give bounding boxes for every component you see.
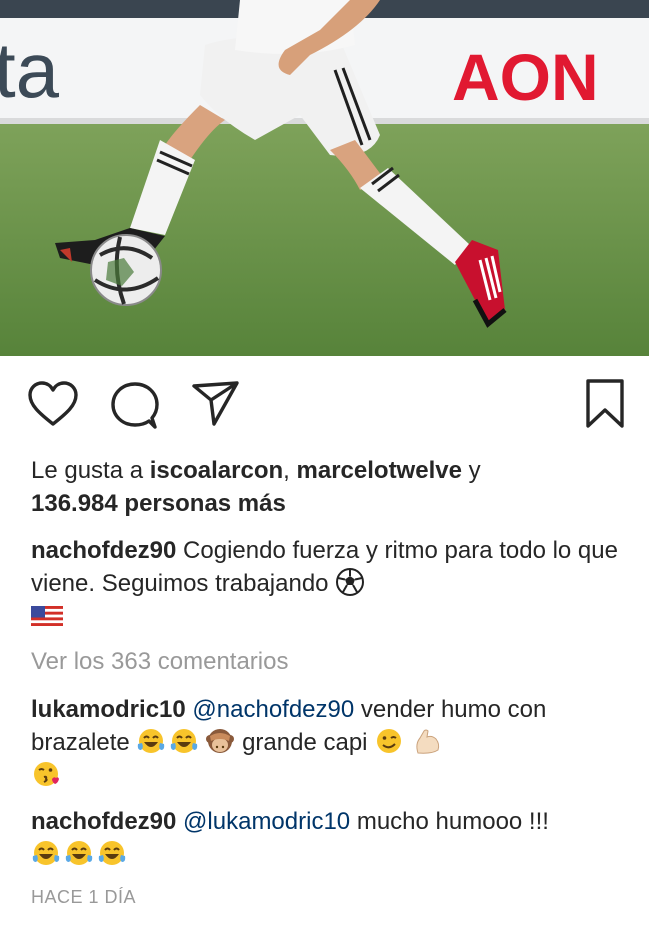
likes-count-link[interactable]: 136.984 personas más bbox=[31, 490, 286, 517]
banner-left-text: ta bbox=[0, 26, 60, 114]
tears-of-joy-emoji-icon bbox=[31, 838, 61, 868]
tears-of-joy-emoji-icon bbox=[97, 838, 127, 868]
comment-mention[interactable]: @nachofdez90 bbox=[192, 696, 354, 723]
comment-button[interactable] bbox=[109, 380, 161, 430]
action-bar bbox=[0, 356, 649, 452]
tears-of-joy-emoji-icon bbox=[169, 726, 199, 756]
post-image: ta AON bbox=[0, 0, 649, 356]
like-button[interactable] bbox=[27, 380, 79, 428]
comment-text: grande capi bbox=[235, 729, 375, 756]
comment-username[interactable]: nachofdez90 bbox=[31, 808, 176, 835]
post-photo[interactable]: ta AON bbox=[0, 0, 649, 356]
banner-aon-text: AON bbox=[452, 40, 599, 114]
comment-item: lukamodric10 @nachofdez90 vender humo co… bbox=[31, 693, 631, 792]
us-flag-emoji-icon bbox=[31, 600, 63, 630]
soccer-ball-emoji-icon bbox=[335, 567, 365, 597]
comment-username[interactable]: lukamodric10 bbox=[31, 696, 186, 723]
likes-separator: , bbox=[283, 457, 297, 484]
comment-item: nachofdez90 @lukamodric10 mucho humooo !… bbox=[31, 805, 631, 871]
liker-link-iscoalarcon[interactable]: iscoalarcon bbox=[150, 457, 283, 484]
likes-summary: Le gusta a iscoalarcon, marcelotwelve y 1… bbox=[31, 454, 631, 520]
tears-of-joy-emoji-icon bbox=[136, 726, 166, 756]
flexed-biceps-emoji-icon bbox=[412, 726, 442, 756]
tears-of-joy-emoji-icon bbox=[64, 838, 94, 868]
see-no-evil-monkey-emoji-icon bbox=[205, 726, 235, 756]
caption-username[interactable]: nachofdez90 bbox=[31, 537, 176, 564]
comment-mention[interactable]: @lukamodric10 bbox=[183, 808, 350, 835]
post-caption: nachofdez90 Cogiendo fuerza y ritmo para… bbox=[31, 534, 631, 633]
heart-icon bbox=[28, 381, 78, 426]
comment-text: mucho humooo !!! bbox=[350, 808, 549, 835]
liker-link-marcelotwelve[interactable]: marcelotwelve bbox=[297, 457, 462, 484]
comment-icon bbox=[111, 382, 159, 429]
likes-and: y bbox=[461, 457, 481, 484]
bookmark-icon bbox=[586, 379, 624, 428]
share-icon bbox=[192, 381, 239, 426]
winking-face-emoji-icon bbox=[374, 726, 404, 756]
post-timestamp: HACE 1 DÍA bbox=[31, 887, 137, 907]
face-blowing-kiss-emoji-icon bbox=[31, 759, 61, 789]
share-button[interactable] bbox=[190, 380, 242, 428]
view-all-comments-link[interactable]: Ver los 363 comentarios bbox=[31, 645, 288, 678]
likes-prefix: Le gusta a bbox=[31, 457, 150, 484]
save-button[interactable] bbox=[584, 378, 626, 430]
